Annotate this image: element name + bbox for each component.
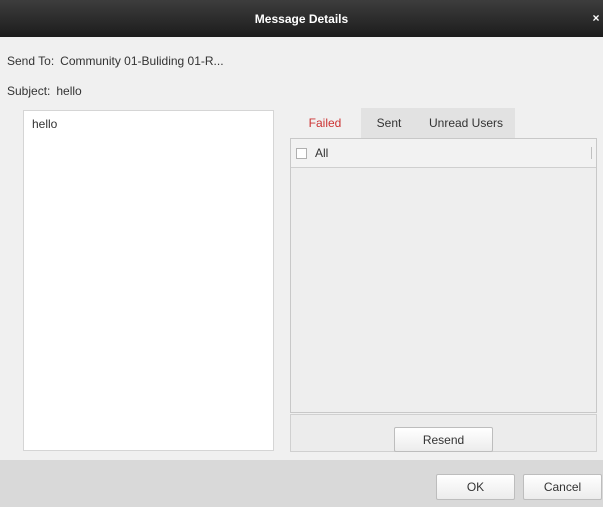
dialog-titlebar: Message Details ×: [0, 0, 603, 37]
close-icon[interactable]: ×: [591, 12, 601, 24]
list-header: All: [291, 139, 596, 168]
cancel-button[interactable]: Cancel: [523, 474, 602, 500]
select-all-label: All: [315, 146, 329, 160]
message-body[interactable]: hello: [23, 110, 274, 451]
status-tabs-panel: Failed Sent Unread Users All Resend: [289, 108, 598, 452]
select-all-checkbox[interactable]: [296, 147, 307, 159]
ok-button[interactable]: OK: [436, 474, 515, 500]
recipient-list[interactable]: All: [290, 138, 597, 413]
tab-strip: Failed Sent Unread Users: [289, 108, 515, 138]
tab-unread-users[interactable]: Unread Users: [417, 108, 515, 138]
send-to-row: Send To: Community 01-Buliding 01-R...: [7, 54, 224, 68]
dialog-title: Message Details: [254, 11, 349, 26]
subject-row: Subject: hello: [7, 84, 82, 98]
send-to-label: Send To:: [7, 54, 55, 68]
send-to-value: Community 01-Buliding 01-R...: [60, 54, 224, 68]
message-details-dialog: Message Details × Send To: Community 01-B…: [0, 0, 603, 507]
resend-button[interactable]: Resend: [394, 427, 493, 452]
list-footer: Resend: [290, 414, 597, 452]
subject-value: hello: [56, 84, 82, 98]
tab-sent[interactable]: Sent: [361, 108, 417, 138]
subject-label: Subject:: [7, 84, 51, 98]
dialog-button-bar: OK Cancel: [0, 460, 603, 507]
tab-failed[interactable]: Failed: [289, 108, 361, 138]
column-divider[interactable]: [591, 147, 592, 159]
